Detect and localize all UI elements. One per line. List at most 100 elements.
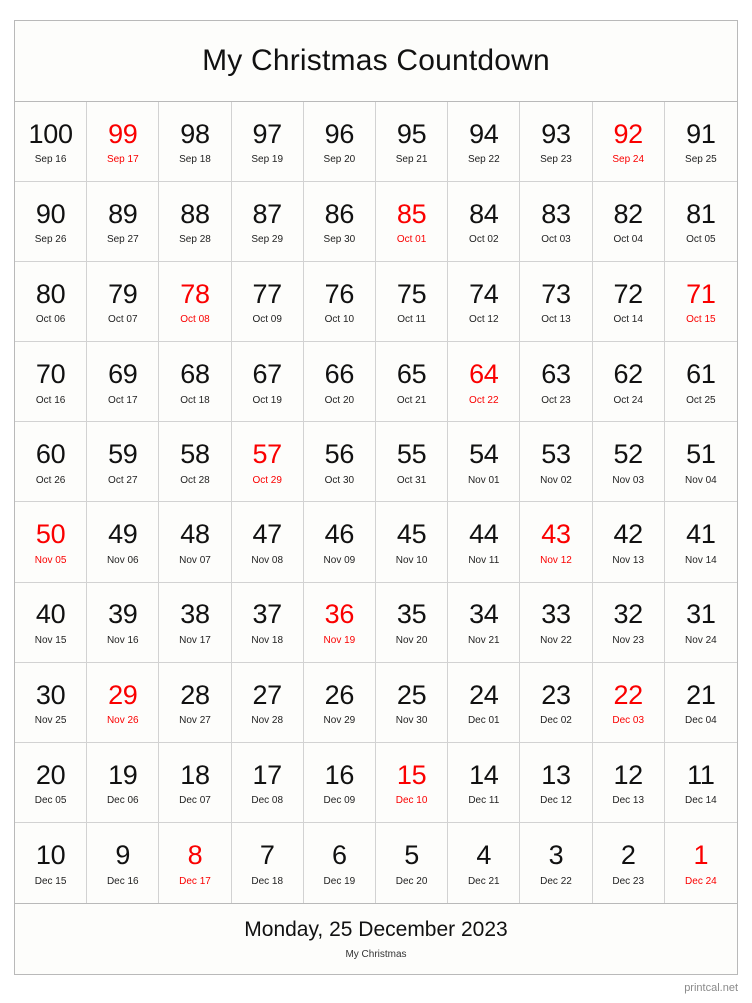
day-count: 65 — [396, 359, 427, 390]
day-cell: 40 Nov 15 — [15, 582, 88, 663]
day-date: Dec 01 — [467, 714, 500, 726]
day-date: Oct 12 — [469, 314, 499, 326]
day-count: 52 — [613, 439, 643, 470]
day-date: Nov 21 — [467, 634, 500, 646]
day-count: 12 — [613, 759, 643, 790]
day-date: Oct 09 — [252, 314, 282, 326]
day-cell: 73 Oct 13 — [520, 262, 593, 343]
day-date: Nov 10 — [395, 554, 428, 566]
day-date: Dec 23 — [612, 875, 645, 887]
day-cell: 46 Nov 09 — [303, 502, 376, 583]
day-date: Sep 23 — [540, 154, 572, 166]
day-cell: 61 Oct 25 — [664, 342, 737, 423]
day-cell: 10 Dec 15 — [15, 822, 88, 903]
day-cell: 29 Nov 26 — [87, 662, 160, 743]
day-date: Dec 05 — [34, 795, 67, 807]
day-cell: 82 Oct 04 — [592, 182, 665, 263]
day-date: Oct 23 — [541, 394, 571, 406]
calendar-header: My Christmas Countdown — [15, 21, 737, 102]
day-count: 100 — [28, 118, 73, 149]
day-count: 92 — [613, 118, 643, 149]
day-cell: 31 Nov 24 — [664, 582, 737, 663]
day-date: Dec 07 — [179, 795, 211, 807]
day-cell: 32 Nov 23 — [592, 582, 665, 663]
day-count: 14 — [469, 759, 499, 790]
day-cell: 91 Sep 25 — [664, 102, 737, 183]
day-date: Oct 13 — [541, 314, 571, 326]
day-cell: 26 Nov 29 — [303, 662, 376, 743]
day-count: 40 — [35, 599, 66, 630]
day-cell: 15 Dec 10 — [375, 742, 449, 823]
day-date: Sep 29 — [251, 234, 284, 246]
day-date: Oct 28 — [180, 474, 210, 486]
day-count: 63 — [541, 359, 571, 390]
day-cell: 53 Nov 02 — [520, 422, 593, 503]
day-count: 17 — [252, 759, 282, 790]
day-date: Nov 05 — [34, 554, 67, 566]
day-count: 81 — [686, 198, 716, 229]
day-count: 4 — [476, 840, 492, 871]
day-date: Oct 24 — [613, 394, 643, 406]
day-count: 83 — [541, 198, 571, 229]
day-cell: 6 Dec 19 — [303, 822, 376, 903]
day-cell: 78 Oct 08 — [159, 262, 232, 343]
day-cell: 93 Sep 23 — [520, 102, 593, 183]
day-date: Oct 11 — [397, 314, 426, 326]
day-date: Dec 08 — [251, 795, 284, 807]
day-cell: 100 Sep 16 — [15, 102, 88, 183]
day-date: Dec 10 — [395, 795, 428, 807]
day-date: Oct 19 — [252, 394, 282, 406]
day-cell: 98 Sep 18 — [159, 102, 232, 183]
day-date: Oct 18 — [180, 394, 210, 406]
day-date: Nov 24 — [685, 634, 717, 646]
day-cell: 77 Oct 09 — [231, 262, 304, 343]
day-cell: 79 Oct 07 — [87, 262, 160, 343]
day-count: 11 — [687, 759, 715, 790]
day-date: Sep 16 — [34, 154, 67, 166]
day-date: Dec 15 — [34, 875, 67, 887]
day-count: 32 — [613, 599, 643, 630]
day-cell: 94 Sep 22 — [448, 102, 521, 183]
day-date: Dec 22 — [540, 875, 572, 887]
day-cell: 63 Oct 23 — [520, 342, 593, 423]
day-cell: 71 Oct 15 — [664, 262, 737, 343]
day-cell: 33 Nov 22 — [520, 582, 593, 663]
day-date: Oct 01 — [396, 234, 427, 246]
day-count: 47 — [252, 519, 282, 550]
day-count: 37 — [252, 599, 282, 630]
day-count: 22 — [613, 679, 643, 710]
day-cell: 76 Oct 10 — [303, 262, 376, 343]
day-date: Sep 28 — [179, 234, 211, 246]
day-date: Nov 08 — [251, 554, 284, 566]
day-count: 35 — [396, 599, 427, 630]
day-date: Dec 09 — [323, 795, 356, 807]
day-cell: 14 Dec 11 — [448, 742, 521, 823]
day-count: 91 — [686, 118, 716, 149]
day-count: 69 — [108, 359, 138, 390]
day-cell: 69 Oct 17 — [87, 342, 160, 423]
day-count: 50 — [35, 519, 66, 550]
day-count: 62 — [613, 359, 643, 390]
day-cell: 28 Nov 27 — [159, 662, 232, 743]
day-date: Oct 07 — [108, 314, 138, 326]
day-date: Sep 17 — [106, 154, 139, 166]
day-count: 48 — [180, 519, 210, 550]
day-date: Nov 01 — [467, 474, 500, 486]
day-cell: 81 Oct 05 — [664, 182, 737, 263]
day-cell: 23 Dec 02 — [520, 662, 593, 743]
day-date: Oct 03 — [541, 234, 571, 246]
day-count: 64 — [469, 359, 499, 390]
day-count: 94 — [469, 118, 499, 149]
day-count: 73 — [541, 279, 571, 310]
day-cell: 42 Nov 13 — [592, 502, 665, 583]
day-count: 13 — [541, 759, 571, 790]
day-date: Nov 30 — [395, 714, 428, 726]
day-cell: 68 Oct 18 — [159, 342, 232, 423]
day-count: 21 — [686, 679, 716, 710]
day-date: Nov 17 — [179, 634, 211, 646]
day-count: 55 — [396, 439, 427, 470]
day-cell: 27 Nov 28 — [231, 662, 304, 743]
day-date: Sep 18 — [179, 154, 211, 166]
day-date: Nov 03 — [612, 474, 645, 486]
day-cell: 90 Sep 26 — [15, 182, 88, 263]
